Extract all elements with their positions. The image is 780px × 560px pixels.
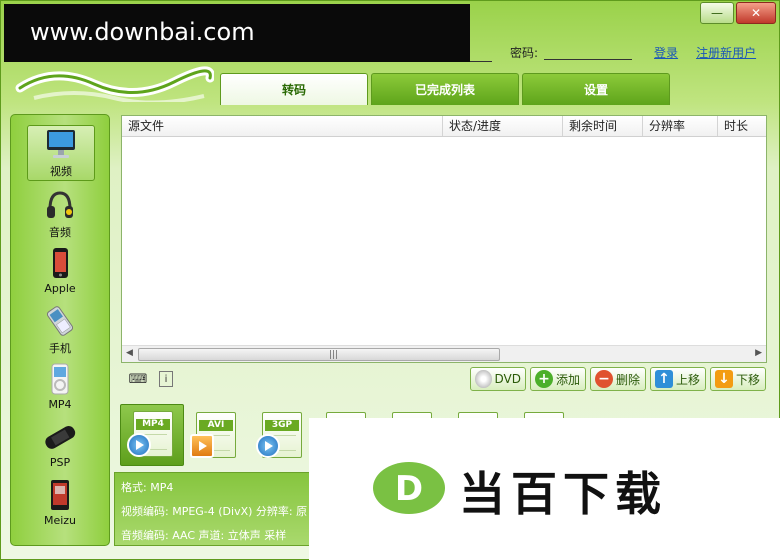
psp-icon [45, 426, 76, 449]
move-up-button[interactable]: ↑ 上移 [650, 367, 706, 391]
media-icon [190, 434, 214, 458]
delete-button[interactable]: − 删除 [590, 367, 646, 391]
column-header-status[interactable]: 状态/进度 [443, 116, 563, 136]
sidebar-item-label: 视频 [50, 165, 72, 178]
password-label: 密码: [510, 46, 539, 60]
sidebar-item-audio[interactable]: 音频 [17, 187, 103, 241]
mp4-player-icon [51, 363, 69, 395]
format-mp4[interactable]: MP4 [120, 404, 184, 466]
column-header-source-file[interactable]: 源文件 [122, 116, 443, 136]
mobile-phone-icon [46, 306, 74, 336]
column-header-duration[interactable]: 时长 [718, 116, 766, 136]
brand-logo-icon: D [373, 462, 445, 514]
sidebar-item-label: 音频 [49, 226, 71, 239]
sidebar-item-psp[interactable]: PSP [17, 419, 103, 473]
info-audio: 音频编码: AAC 声道: 立体声 采样 [121, 529, 287, 542]
scrollbar-thumb[interactable]: ||| [138, 348, 500, 361]
minus-icon: − [595, 370, 613, 388]
tab-transcode[interactable]: 转码 [220, 73, 368, 105]
app-logo-icon [15, 66, 214, 102]
horizontal-scrollbar[interactable]: ◀ ||| ▶ [122, 345, 766, 362]
brand-text: 当百下载 [459, 467, 667, 521]
scroll-right-icon[interactable]: ▶ [755, 348, 762, 358]
file-list[interactable]: 源文件 状态/进度 剩余时间 分辨率 时长 ◀ ||| ▶ [121, 115, 767, 363]
sidebar-item-video[interactable]: 视频 [27, 125, 95, 181]
format-label: AVI [199, 420, 233, 431]
sidebar-item-mp4[interactable]: MP4 [17, 361, 103, 415]
format-label: MP4 [136, 419, 170, 430]
watermark-banner: www.downbai.com [4, 4, 470, 62]
sidebar-item-mobile[interactable]: 手机 [17, 303, 103, 357]
move-down-button[interactable]: ↓ 下移 [710, 367, 766, 391]
tab-completed-list[interactable]: 已完成列表 [371, 73, 519, 105]
format-label: 3GP [265, 420, 299, 431]
minimize-button[interactable]: — [700, 2, 734, 24]
list-toolbar: ⌨ i DVD + 添加 − 删除 ↑ 上移 ↓ 下移 [121, 366, 767, 394]
arrow-up-icon: ↑ [655, 370, 673, 388]
sidebar-item-label: Meizu [43, 514, 77, 527]
sidebar-item-label: PSP [49, 456, 71, 469]
add-button-label: 添加 [556, 372, 581, 387]
keyboard-icon[interactable]: ⌨ [129, 370, 148, 388]
meizu-player-icon [51, 480, 69, 510]
username-field[interactable] [470, 61, 492, 62]
format-3gp[interactable]: 3GP [254, 406, 306, 462]
arrow-down-icon: ↓ [715, 370, 733, 388]
dvd-button-label: DVD [494, 372, 521, 386]
add-button[interactable]: + 添加 [530, 367, 586, 391]
monitor-icon [47, 130, 75, 158]
sidebar-item-apple[interactable]: Apple [17, 245, 103, 299]
device-sidebar: 视频 音频 Apple 手机 MP4 PSP Meizu [10, 114, 110, 546]
login-bar: 密码: 登录 注册新用户 [476, 44, 756, 61]
info-format: 格式: MP4 [121, 481, 174, 494]
password-field[interactable] [544, 45, 633, 60]
register-link[interactable]: 注册新用户 [696, 44, 756, 61]
brand-logo-letter: D [395, 469, 423, 509]
info-video: 视频编码: MPEG-4 (DivX) 分辨率: 原 [121, 505, 308, 518]
iphone-icon [53, 248, 68, 278]
tab-settings[interactable]: 设置 [522, 73, 670, 105]
headphones-icon [47, 191, 73, 218]
column-header-remaining-time[interactable]: 剩余时间 [563, 116, 643, 136]
move-up-button-label: 上移 [676, 372, 701, 387]
dvd-button[interactable]: DVD [470, 367, 526, 391]
watermark-text: www.downbai.com [30, 18, 255, 46]
brand-watermark: D 当百下载 [309, 418, 780, 560]
plus-icon: + [535, 370, 553, 388]
play-icon [256, 434, 280, 458]
sidebar-item-label: MP4 [48, 398, 72, 411]
info-icon[interactable]: i [159, 371, 173, 387]
file-list-header: 源文件 状态/进度 剩余时间 分辨率 时长 [122, 116, 766, 137]
play-icon [127, 433, 151, 457]
scroll-left-icon[interactable]: ◀ [126, 348, 133, 358]
close-button[interactable]: ✕ [736, 2, 776, 24]
sidebar-item-label: 手机 [49, 342, 71, 355]
sidebar-item-label: Apple [44, 282, 76, 295]
move-down-button-label: 下移 [736, 372, 761, 387]
format-avi[interactable]: AVI [188, 406, 240, 462]
delete-button-label: 删除 [616, 372, 641, 387]
main-tabs: 转码 已完成列表 设置 [220, 73, 670, 105]
disc-icon [475, 370, 492, 388]
column-header-resolution[interactable]: 分辨率 [643, 116, 718, 136]
window-controls: — ✕ [700, 2, 776, 24]
sidebar-item-meizu[interactable]: Meizu [17, 477, 103, 531]
login-link[interactable]: 登录 [654, 44, 678, 61]
grip-icon: ||| [329, 350, 339, 360]
